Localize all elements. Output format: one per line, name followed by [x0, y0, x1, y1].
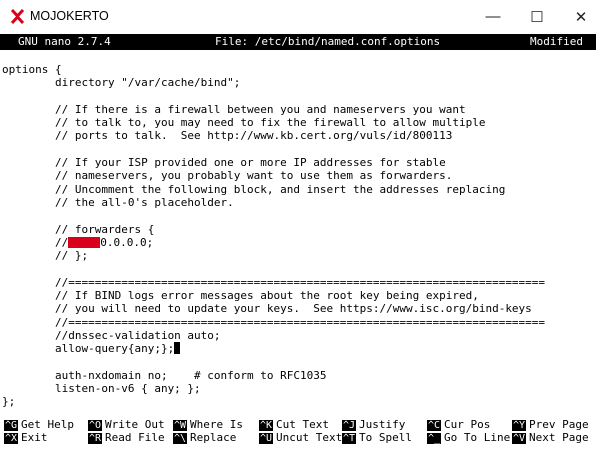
minimize-button[interactable]: — [471, 0, 515, 33]
code-line: // Uncomment the following block, and in… [2, 182, 506, 196]
nano-modified-status: Modified [530, 35, 583, 48]
code-line: // the all-0's placeholder. [2, 195, 234, 209]
code-line: // If your ISP provided one or more IP a… [2, 156, 446, 170]
code-line: //======================================… [2, 315, 546, 329]
nano-version: GNU nano 2.7.4 [18, 35, 111, 48]
code-line: //dnssec-validation auto; [2, 328, 221, 342]
terminal-area[interactable]: GNU nano 2.7.4 File: /etc/bind/named.con… [0, 33, 607, 455]
close-icon: ✕ [574, 8, 588, 26]
nano-title-bar: GNU nano 2.7.4 File: /etc/bind/named.con… [0, 34, 596, 50]
shortcut-cut-text[interactable]: ^K Cut Text [259, 418, 329, 432]
cursor-line: allow-query{any;}; [2, 342, 602, 355]
code-line: directory "/var/cache/bind"; [2, 76, 241, 90]
code-line: listen-on-v6 { any; }; [2, 382, 201, 396]
code-line: // to talk to, you may need to fix the f… [2, 116, 486, 130]
window-title-bar: MOJOKERTO — ☐ ✕ [0, 0, 607, 33]
shortcut-write-out[interactable]: ^O Write Out [88, 418, 165, 432]
close-button[interactable]: ✕ [559, 0, 603, 33]
code-line: // If there is a firewall between you an… [2, 102, 466, 116]
x-app-icon [10, 9, 25, 24]
shortcut-go-to-line[interactable]: ^_ Go To Line [427, 431, 510, 445]
text-cursor [174, 342, 181, 355]
code-line: //======================================… [2, 275, 546, 289]
shortcut-row-2: ^X Exit ^R Read File ^\ Replace ^U Uncut Tex… [0, 431, 607, 444]
code-line: // you will need to update your keys. Se… [2, 302, 532, 316]
shortcut-bar: ^G Get Help ^O Write Out ^W Where Is ^K Cut … [0, 418, 607, 444]
shortcut-read-file[interactable]: ^R Read File [88, 431, 165, 445]
maximize-button[interactable]: ☐ [515, 0, 559, 33]
code-line: // If BIND logs error messages about the… [2, 289, 479, 303]
shortcut-get-help[interactable]: ^G Get Help [4, 418, 74, 432]
nano-file-name: File: /etc/bind/named.conf.options [215, 35, 441, 48]
code-line: // nameservers, you probably want to use… [2, 169, 453, 183]
code-line-text: allow-query{any;}; [2, 342, 175, 356]
shortcut-exit[interactable]: ^X Exit [4, 431, 48, 445]
code-line: options { [2, 63, 62, 76]
shortcut-cur-pos[interactable]: ^C Cur Pos [427, 418, 490, 432]
redacted-ip-block [68, 236, 101, 248]
forwarder-ip-line: // 0.0.0.0; [2, 236, 602, 249]
shortcut-replace[interactable]: ^\ Replace [173, 431, 236, 445]
shortcut-where-is[interactable]: ^W Where Is [173, 418, 243, 432]
code-line: // }; [2, 249, 89, 263]
code-line-prefix: // [2, 235, 69, 249]
code-line: }; [2, 395, 16, 409]
shortcut-prev-page[interactable]: ^Y Prev Page [512, 418, 589, 432]
maximize-icon: ☐ [530, 8, 544, 26]
shortcut-next-page[interactable]: ^V Next Page [512, 431, 589, 445]
editor-text-area[interactable]: options { directory "/var/cache/bind"; /… [2, 63, 602, 409]
minimize-icon: — [485, 8, 501, 25]
code-line: auth-nxdomain no; # conform to RFC1035 [2, 368, 327, 382]
shortcut-row-1: ^G Get Help ^O Write Out ^W Where Is ^K Cut … [0, 418, 607, 431]
shortcut-to-spell[interactable]: ^T To Spell [342, 431, 412, 445]
forwarder-ip-suffix: 0.0.0.0; [100, 235, 154, 249]
shortcut-justify[interactable]: ^J Justify [342, 418, 405, 432]
shortcut-uncut-text[interactable]: ^U Uncut Text [259, 431, 342, 445]
window-title: MOJOKERTO [30, 9, 109, 23]
code-line: // forwarders { [2, 222, 155, 236]
code-line: // ports to talk. See http://www.kb.cert… [2, 129, 453, 143]
